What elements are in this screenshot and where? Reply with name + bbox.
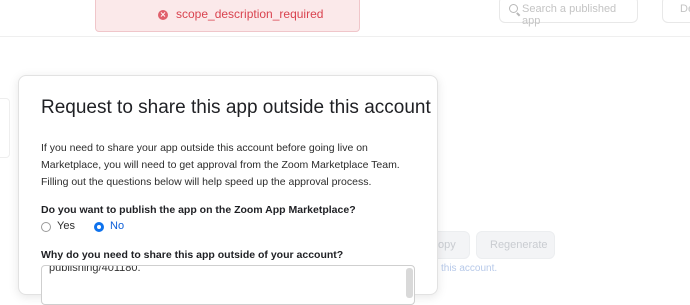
search-placeholder: Search a published app bbox=[522, 3, 617, 27]
modal-description: If you need to share your app outside th… bbox=[41, 142, 400, 188]
background-note: this account. bbox=[441, 263, 498, 274]
radio-no-label[interactable]: No bbox=[110, 220, 124, 232]
toast-message: scope_description_required bbox=[176, 7, 324, 21]
error-toast: × scope_description_required bbox=[95, 0, 360, 32]
reason-text: publishing/401180. bbox=[49, 265, 141, 274]
question-reason: Why do you need to share this app outsid… bbox=[41, 249, 344, 261]
textarea-scrollbar[interactable] bbox=[406, 268, 413, 298]
search-input[interactable]: Search a published app bbox=[499, 0, 638, 27]
question-publish: Do you want to publish the app on the Zo… bbox=[41, 204, 356, 216]
top-bar: × scope_description_required Search a pu… bbox=[0, 0, 690, 37]
modal-title: Request to share this app outside this a… bbox=[41, 97, 431, 118]
regenerate-button-label: Regenerate bbox=[490, 239, 548, 251]
reason-textarea[interactable]: publishing/401180. bbox=[41, 265, 415, 305]
share-request-modal: Request to share this app outside this a… bbox=[18, 75, 438, 305]
radio-yes[interactable] bbox=[41, 222, 51, 232]
header-button[interactable]: De bbox=[662, 0, 690, 23]
regenerate-button[interactable]: Regenerate bbox=[476, 231, 555, 259]
error-x-icon: × bbox=[158, 10, 168, 20]
copy-button-label: opy bbox=[438, 239, 456, 251]
radio-no[interactable] bbox=[94, 222, 104, 232]
radio-yes-label[interactable]: Yes bbox=[57, 220, 75, 232]
header-button-label: De bbox=[680, 3, 690, 15]
background-panel bbox=[0, 98, 10, 158]
publish-radio-group: Yes No bbox=[41, 220, 241, 236]
search-icon bbox=[509, 4, 518, 13]
